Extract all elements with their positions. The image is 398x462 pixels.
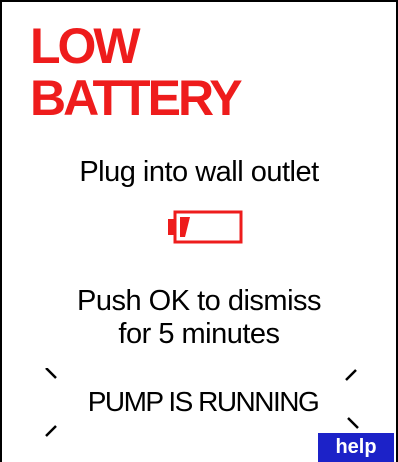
- dismiss-instruction: Push OK to dismiss for 5 minutes: [2, 285, 396, 351]
- pump-alert-screen: LOW BATTERY Plug into wall outlet Push O…: [0, 0, 398, 462]
- alert-title-line1: LOW: [30, 18, 141, 74]
- help-button[interactable]: help: [318, 433, 394, 462]
- pump-running-indicator: PUMP IS RUNNING: [40, 368, 366, 438]
- plug-in-instruction: Plug into wall outlet: [79, 156, 319, 188]
- alert-title-line2: BATTERY: [30, 70, 243, 126]
- dismiss-line2: for 5 minutes: [118, 318, 280, 350]
- pump-running-status: PUMP IS RUNNING: [87, 386, 320, 417]
- low-battery-icon: [168, 210, 243, 244]
- dismiss-line1: Push OK to dismiss: [76, 285, 322, 317]
- alert-title: LOW BATTERY: [30, 18, 243, 126]
